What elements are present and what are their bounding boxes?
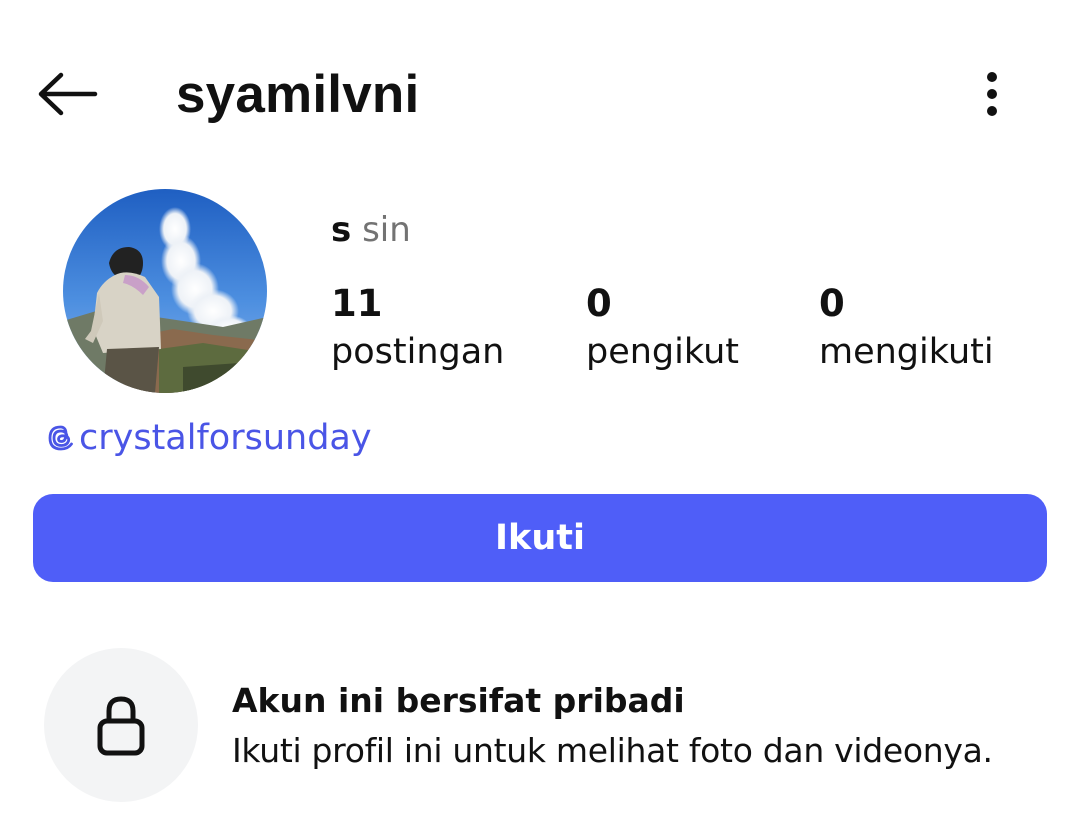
profile-photo bbox=[63, 189, 267, 393]
arrow-left-icon bbox=[38, 72, 98, 116]
display-name-first: s bbox=[331, 210, 352, 250]
more-options-button[interactable] bbox=[966, 60, 1018, 128]
back-button[interactable] bbox=[26, 58, 108, 130]
followers-count: 0 bbox=[586, 282, 612, 325]
posts-count: 11 bbox=[331, 282, 383, 325]
private-account-description: Ikuti profil ini untuk melihat foto dan … bbox=[232, 731, 993, 770]
display-name: s sin bbox=[331, 208, 411, 252]
following-count: 0 bbox=[819, 282, 845, 325]
private-account-title: Akun ini bersifat pribadi bbox=[232, 681, 685, 720]
lock-icon bbox=[97, 696, 145, 756]
posts-label: postingan bbox=[331, 332, 505, 372]
threads-icon bbox=[45, 422, 77, 454]
profile-avatar[interactable] bbox=[63, 189, 267, 393]
threads-link[interactable]: crystalforsunday bbox=[45, 416, 372, 460]
more-vertical-icon bbox=[987, 72, 997, 116]
display-name-rest: sin bbox=[362, 210, 411, 250]
follow-button[interactable]: Ikuti bbox=[33, 494, 1047, 582]
followers-label: pengikut bbox=[586, 332, 739, 372]
followers-stat[interactable]: 0 pengikut bbox=[586, 282, 739, 378]
threads-handle: crystalforsunday bbox=[79, 418, 372, 458]
posts-stat[interactable]: 11 postingan bbox=[331, 282, 504, 378]
private-lock-badge bbox=[44, 648, 198, 802]
following-stat[interactable]: 0 mengikuti bbox=[819, 282, 994, 378]
profile-username: syamilvni bbox=[176, 65, 420, 124]
following-label: mengikuti bbox=[819, 332, 994, 372]
